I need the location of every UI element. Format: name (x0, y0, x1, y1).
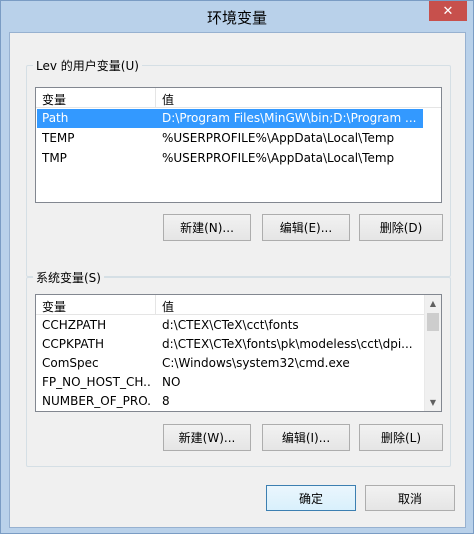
table-row[interactable]: FP_NO_HOST_CH... NO (37, 373, 425, 392)
new-system-variable-button[interactable]: 新建(W)... (163, 424, 251, 451)
window-title: 环境变量 (206, 9, 267, 27)
column-header-value[interactable]: 值 (162, 91, 174, 108)
table-row[interactable]: TMP %USERPROFILE%\AppData\Local\Temp (37, 149, 423, 168)
variable-value: NO (162, 375, 181, 389)
dialog-client-area: Lev 的用户变量(U) 变量 值 Path D:\Program Files\… (9, 32, 466, 528)
close-icon: ✕ (442, 3, 454, 19)
column-header-variable[interactable]: 变量 (42, 298, 66, 315)
user-variables-list[interactable]: 变量 值 Path D:\Program Files\MinGW\bin;D:\… (35, 87, 442, 203)
table-row[interactable]: ComSpec C:\Windows\system32\cmd.exe (37, 354, 425, 373)
system-variables-group: 系统变量(S) 变量 值 CCHZPATH d:\CTEX\CTeX\cct\f… (26, 269, 451, 467)
variable-value: d:\CTEX\CTeX\fonts\pk\modeless\cct\dpi..… (162, 337, 413, 351)
table-row[interactable]: NUMBER_OF_PRO... 8 (37, 392, 425, 411)
variable-name: TEMP (42, 131, 75, 145)
variable-name: CCHZPATH (42, 318, 107, 332)
variable-name: FP_NO_HOST_CH... (42, 375, 152, 389)
variable-value: 8 (162, 394, 170, 408)
system-variables-list[interactable]: 变量 值 CCHZPATH d:\CTEX\CTeX\cct\fonts CCP… (35, 294, 442, 412)
environment-variables-window: 环境变量 ✕ Lev 的用户变量(U) 变量 值 Path D:\Program… (0, 0, 474, 534)
close-button[interactable]: ✕ (429, 1, 467, 21)
user-variables-group: Lev 的用户变量(U) 变量 值 Path D:\Program Files\… (26, 57, 451, 277)
delete-user-variable-button[interactable]: 删除(D) (359, 214, 443, 241)
table-row[interactable]: TEMP %USERPROFILE%\AppData\Local\Temp (37, 129, 423, 148)
scroll-up-icon[interactable]: ▲ (425, 295, 441, 312)
table-row[interactable]: CCPKPATH d:\CTEX\CTeX\fonts\pk\modeless\… (37, 335, 425, 354)
column-header-variable[interactable]: 变量 (42, 91, 66, 108)
table-row[interactable]: Path D:\Program Files\MinGW\bin;D:\Progr… (37, 109, 423, 128)
variable-name: ComSpec (42, 356, 99, 370)
new-user-variable-button[interactable]: 新建(N)... (163, 214, 251, 241)
title-bar[interactable]: 环境变量 ✕ (1, 1, 473, 31)
variable-name: CCPKPATH (42, 337, 104, 351)
variable-value: d:\CTEX\CTeX\cct\fonts (162, 318, 299, 332)
delete-system-variable-button[interactable]: 删除(L) (359, 424, 443, 451)
variable-value: %USERPROFILE%\AppData\Local\Temp (162, 131, 395, 145)
edit-user-variable-button[interactable]: 编辑(E)... (262, 214, 350, 241)
variable-name: NUMBER_OF_PRO... (42, 394, 152, 408)
variable-value: D:\Program Files\MinGW\bin;D:\Program ..… (162, 111, 417, 125)
variable-name: Path (42, 111, 69, 125)
table-row[interactable]: CCHZPATH d:\CTEX\CTeX\cct\fonts (37, 316, 425, 335)
variable-value: C:\Windows\system32\cmd.exe (162, 356, 350, 370)
edit-system-variable-button[interactable]: 编辑(I)... (262, 424, 350, 451)
list-header: 变量 值 (36, 88, 441, 108)
user-variables-label: Lev 的用户变量(U) (33, 57, 142, 74)
variable-name: TMP (42, 151, 67, 165)
scrollbar-thumb[interactable] (427, 313, 439, 331)
cancel-button[interactable]: 取消 (365, 485, 455, 511)
list-header: 变量 值 (36, 295, 425, 315)
system-variables-label: 系统变量(S) (33, 269, 104, 286)
column-divider[interactable] (155, 88, 156, 107)
column-divider[interactable] (155, 295, 156, 314)
column-header-value[interactable]: 值 (162, 298, 174, 315)
variable-value: %USERPROFILE%\AppData\Local\Temp (162, 151, 395, 165)
ok-button[interactable]: 确定 (266, 485, 356, 511)
vertical-scrollbar[interactable]: ▲ ▼ (424, 295, 441, 411)
scroll-down-icon[interactable]: ▼ (425, 394, 441, 411)
